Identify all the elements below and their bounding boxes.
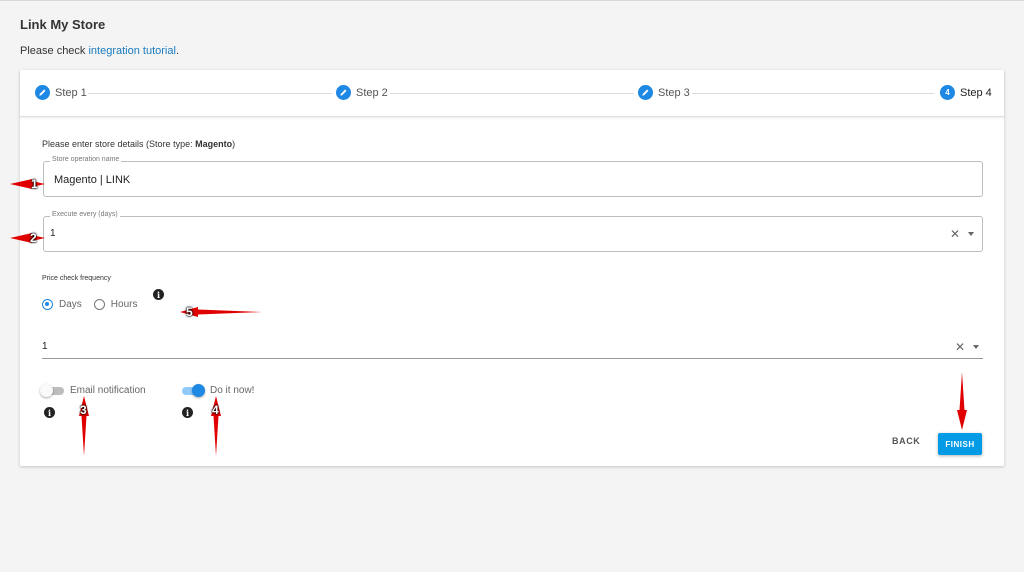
marker-5: 5 — [186, 305, 193, 319]
info-icon[interactable]: i — [182, 407, 193, 418]
price-check-value: 1 — [42, 341, 48, 352]
close-icon[interactable]: ✕ — [950, 227, 960, 241]
pencil-icon — [336, 85, 351, 100]
store-name-label: Store operation name — [50, 156, 122, 163]
price-check-icons: ✕ — [955, 340, 979, 354]
price-check-radio-group: Days Hours — [42, 299, 137, 310]
step-4[interactable]: 4 Step 4 — [940, 85, 992, 100]
step-1-label: Step 1 — [55, 86, 87, 99]
heading-suffix: ) — [232, 139, 236, 149]
email-notification-label: Email notification — [70, 385, 146, 396]
step-3-label: Step 3 — [658, 86, 690, 99]
radio-days[interactable] — [42, 299, 53, 310]
step-4-number: 4 — [940, 85, 955, 100]
email-toggle-thumb — [40, 383, 53, 397]
email-toggle-track — [40, 383, 64, 397]
close-icon[interactable]: ✕ — [955, 340, 965, 354]
store-name-value: Magento | LINK — [54, 174, 131, 186]
radio-hours-label: Hours — [110, 299, 138, 310]
step-4-label: Step 4 — [960, 86, 992, 99]
step-connector — [88, 93, 332, 94]
back-button[interactable]: BACK — [892, 436, 920, 446]
step-2[interactable]: Step 2 — [336, 85, 388, 100]
top-border — [0, 0, 1024, 1]
step-3[interactable]: Step 3 — [638, 85, 690, 100]
marker-2: 2 — [30, 231, 37, 245]
finish-button[interactable]: FINISH — [938, 433, 982, 455]
email-notification-toggle[interactable]: Email notification — [40, 383, 146, 397]
radio-hours[interactable] — [93, 299, 105, 310]
step-2-label: Step 2 — [356, 86, 388, 99]
chevron-down-icon[interactable] — [968, 232, 974, 236]
execute-every-select[interactable]: Execute every (days) 1 ✕ — [43, 211, 983, 252]
subtitle-suffix: . — [175, 45, 179, 57]
page-subtitle: Please check integration tutorial. — [20, 45, 179, 57]
chevron-down-icon[interactable] — [973, 345, 979, 349]
store-type: Magento — [195, 139, 233, 149]
do-it-now-toggle[interactable]: Do it now! — [182, 383, 255, 397]
marker-4: 4 — [212, 403, 219, 417]
info-icon[interactable]: i — [153, 289, 164, 300]
radio-days-label: Days — [59, 299, 82, 310]
do-it-now-track — [182, 383, 205, 397]
store-details-heading: Please enter store details (Store type: … — [42, 139, 235, 149]
do-it-now-label: Do it now! — [210, 385, 255, 396]
link-store-card: Step 1 Step 2 Step 3 4 Step 4 Please ent… — [20, 70, 1004, 466]
marker-1: 1 — [31, 177, 38, 191]
execute-every-label: Execute every (days) — [50, 211, 120, 218]
store-name-field[interactable]: Store operation name Magento | LINK — [43, 156, 983, 197]
price-check-value-select[interactable]: 1 ✕ — [42, 336, 983, 359]
page-title: Link My Store — [20, 17, 106, 32]
execute-every-icons: ✕ — [950, 227, 974, 241]
integration-tutorial-link[interactable]: integration tutorial — [88, 45, 175, 57]
do-it-now-thumb — [192, 383, 205, 397]
step-connector — [692, 93, 934, 94]
heading-prefix: Please enter store details (Store type: — [42, 139, 196, 149]
subtitle-prefix: Please check — [20, 45, 89, 57]
step-connector — [390, 93, 634, 94]
execute-every-value: 1 — [50, 228, 56, 239]
info-icon[interactable]: i — [44, 407, 55, 418]
step-1[interactable]: Step 1 — [35, 85, 87, 100]
marker-3: 3 — [80, 403, 87, 417]
pencil-icon — [638, 85, 653, 100]
stepper: Step 1 Step 2 Step 3 4 Step 4 — [20, 70, 1004, 117]
price-check-label: Price check frequency — [42, 275, 111, 282]
pencil-icon — [35, 85, 50, 100]
